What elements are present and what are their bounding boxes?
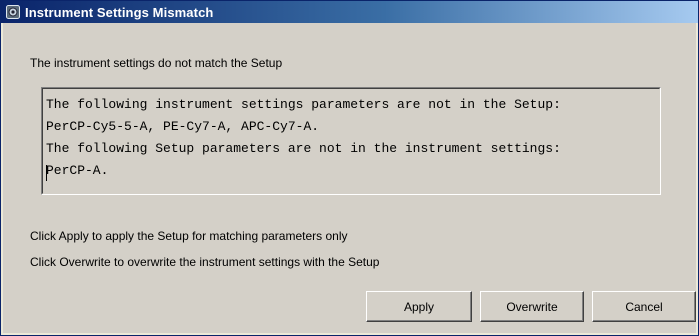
- apply-button[interactable]: Apply: [366, 291, 472, 322]
- apply-hint-text: Click Apply to apply the Setup for match…: [30, 229, 348, 243]
- details-line: PerCP-Cy5-5-A, PE-Cy7-A, APC-Cy7-A.: [46, 119, 320, 134]
- overwrite-button[interactable]: Overwrite: [480, 291, 584, 322]
- details-line: The following Setup parameters are not i…: [46, 141, 561, 156]
- text-caret: [46, 165, 47, 181]
- window-title: Instrument Settings Mismatch: [25, 4, 214, 20]
- dialog-body: The instrument settings do not match the…: [3, 23, 696, 333]
- dialog-window: Instrument Settings Mismatch The instrum…: [0, 0, 699, 336]
- details-line: The following instrument settings parame…: [46, 97, 561, 112]
- details-box[interactable]: The following instrument settings parame…: [41, 87, 661, 195]
- title-bar[interactable]: Instrument Settings Mismatch: [1, 1, 698, 23]
- details-text-area[interactable]: The following instrument settings parame…: [42, 88, 660, 194]
- details-line: PerCP-A.: [46, 163, 109, 178]
- instrument-settings-icon[interactable]: [6, 5, 20, 19]
- cancel-button[interactable]: Cancel: [592, 291, 696, 322]
- mismatch-message: The instrument settings do not match the…: [30, 56, 283, 70]
- overwrite-hint-text: Click Overwrite to overwrite the instrum…: [30, 255, 380, 269]
